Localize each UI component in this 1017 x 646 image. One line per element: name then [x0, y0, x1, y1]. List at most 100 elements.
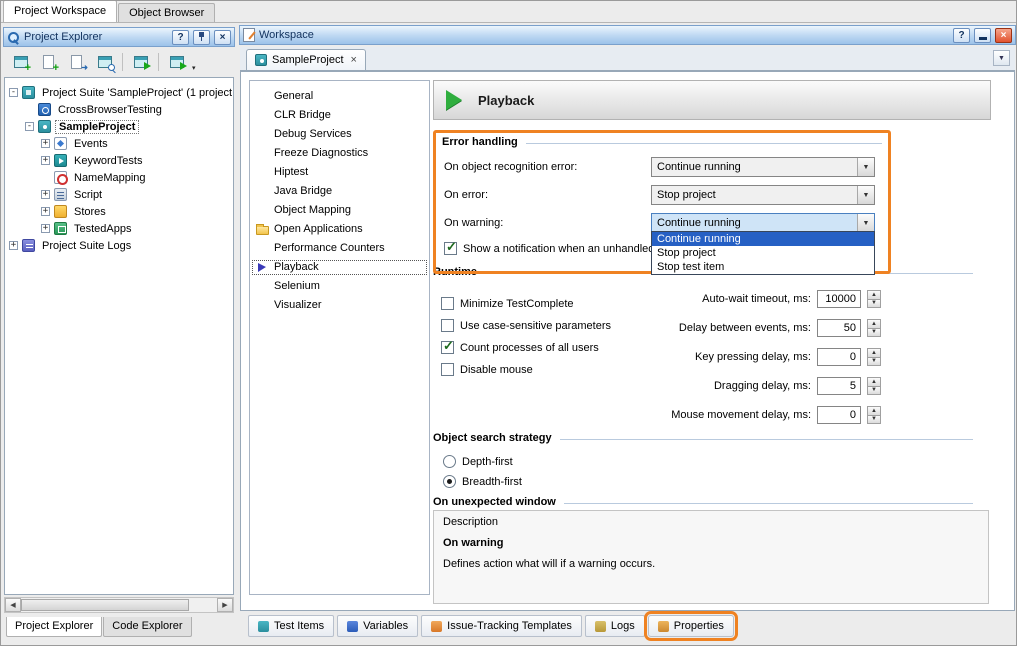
- expand-icon[interactable]: +: [9, 241, 18, 250]
- on-error-dropdown[interactable]: Stop project ▼: [651, 185, 875, 205]
- tab-sampleproject[interactable]: SampleProject ×: [246, 49, 366, 70]
- checkbox-case-sensitive-parameters[interactable]: Use case-sensitive parameters: [441, 318, 611, 333]
- notification-checkbox-row[interactable]: ✓ Show a notification when an unhandled …: [444, 241, 668, 256]
- tab-variables[interactable]: Variables: [337, 615, 418, 637]
- checkbox-unchecked-icon[interactable]: [441, 363, 454, 376]
- checkbox-unchecked-icon[interactable]: [441, 319, 454, 332]
- nav-item-visualizer[interactable]: Visualizer: [250, 296, 429, 315]
- mouse-movement-delay-input[interactable]: 0: [817, 406, 861, 424]
- close-button[interactable]: ×: [214, 30, 231, 45]
- tab-project-workspace[interactable]: Project Workspace: [3, 0, 117, 22]
- dropdown-arrow-icon[interactable]: ▼: [857, 186, 874, 204]
- tab-project-explorer[interactable]: Project Explorer: [6, 617, 102, 637]
- add-new-project-button[interactable]: +: [35, 51, 62, 74]
- close-button[interactable]: ×: [995, 28, 1012, 43]
- new-project-suite-button[interactable]: +: [7, 51, 34, 74]
- tab-object-browser[interactable]: Object Browser: [118, 3, 215, 22]
- nav-item-clr-bridge[interactable]: CLR Bridge: [250, 106, 429, 125]
- tree-item-script[interactable]: + Script: [5, 186, 233, 203]
- tree-item-project-suite[interactable]: - Project Suite 'SampleProject' (1 proje…: [5, 84, 233, 101]
- toolbar-dropdown-caret[interactable]: ▾: [192, 64, 196, 75]
- nav-item-playback[interactable]: Playback: [250, 258, 429, 277]
- tab-issue-tracking-templates[interactable]: Issue-Tracking Templates: [421, 615, 582, 637]
- scroll-right-button[interactable]: ▶: [217, 598, 233, 612]
- help-button[interactable]: ?: [953, 28, 970, 43]
- help-button[interactable]: ?: [172, 30, 189, 45]
- tree-item-events[interactable]: + Events: [5, 135, 233, 152]
- on-object-recognition-error-dropdown[interactable]: Continue running ▼: [651, 157, 875, 177]
- tree-item-crossbrowsertesting[interactable]: CrossBrowserTesting: [5, 101, 233, 118]
- nav-item-freeze-diagnostics[interactable]: Freeze Diagnostics: [250, 144, 429, 163]
- nav-item-debug-services[interactable]: Debug Services: [250, 125, 429, 144]
- tree-item-stores[interactable]: + Stores: [5, 203, 233, 220]
- expand-icon[interactable]: +: [41, 190, 50, 199]
- run-project-suite-button[interactable]: [127, 51, 154, 74]
- checkbox-disable-mouse[interactable]: Disable mouse: [441, 362, 611, 377]
- tab-logs[interactable]: Logs: [585, 615, 645, 637]
- radio-selected-icon[interactable]: [443, 475, 456, 488]
- tab-test-items[interactable]: Test Items: [248, 615, 334, 637]
- dropdown-arrow-icon[interactable]: ▼: [857, 158, 874, 176]
- tab-code-explorer[interactable]: Code Explorer: [103, 617, 191, 637]
- tree-item-project-suite-logs[interactable]: + Project Suite Logs: [5, 237, 233, 254]
- checkbox-checked-icon[interactable]: ✓: [444, 242, 457, 255]
- dropdown-option-continue-running[interactable]: Continue running: [652, 232, 874, 246]
- nav-item-object-mapping[interactable]: Object Mapping: [250, 201, 429, 220]
- tab-properties[interactable]: Properties: [648, 615, 734, 637]
- tree-item-sampleproject[interactable]: - SampleProject: [5, 118, 233, 135]
- nav-item-hiptest[interactable]: Hiptest: [250, 163, 429, 182]
- tree-item-keywordtests[interactable]: + KeywordTests: [5, 152, 233, 169]
- run-project-button[interactable]: [163, 51, 190, 74]
- checkbox-count-processes[interactable]: ✓ Count processes of all users: [441, 340, 611, 355]
- spin-up-button[interactable]: ▲: [867, 406, 881, 416]
- radio-breadth-first[interactable]: Breadth-first: [443, 474, 522, 489]
- tab-close-icon[interactable]: ×: [351, 54, 357, 66]
- spin-down-button[interactable]: ▼: [867, 416, 881, 425]
- collapse-icon[interactable]: -: [25, 122, 34, 131]
- radio-unselected-icon[interactable]: [443, 455, 456, 468]
- dragging-delay-input[interactable]: 5: [817, 377, 861, 395]
- nav-item-general[interactable]: General: [250, 87, 429, 106]
- checkbox-minimize-testcomplete[interactable]: Minimize TestComplete: [441, 296, 611, 311]
- spin-up-button[interactable]: ▲: [867, 290, 881, 300]
- on-warning-dropdown[interactable]: Continue running ▼: [651, 213, 875, 233]
- nav-item-java-bridge[interactable]: Java Bridge: [250, 182, 429, 201]
- spin-up-button[interactable]: ▲: [867, 319, 881, 329]
- collapse-icon[interactable]: -: [9, 88, 18, 97]
- workspace-title: Workspace: [259, 29, 949, 41]
- spin-down-button[interactable]: ▼: [867, 329, 881, 338]
- expand-icon[interactable]: +: [41, 207, 50, 216]
- expand-icon[interactable]: +: [41, 224, 50, 233]
- auto-wait-timeout-input[interactable]: 10000: [817, 290, 861, 308]
- tree-item-namemapping[interactable]: NameMapping: [5, 169, 233, 186]
- radio-depth-first[interactable]: Depth-first: [443, 454, 513, 469]
- spin-up-button[interactable]: ▲: [867, 348, 881, 358]
- dropdown-arrow-icon[interactable]: ▼: [857, 214, 874, 232]
- spin-down-button[interactable]: ▼: [867, 358, 881, 367]
- minimize-button[interactable]: [974, 28, 991, 43]
- horizontal-scrollbar[interactable]: ◀ ▶: [4, 597, 234, 613]
- scroll-left-button[interactable]: ◀: [5, 598, 21, 612]
- key-pressing-delay-input[interactable]: 0: [817, 348, 861, 366]
- tree-item-testedapps[interactable]: + TestedApps: [5, 220, 233, 237]
- tab-list-chevron[interactable]: ▼: [993, 50, 1010, 66]
- spin-up-button[interactable]: ▲: [867, 377, 881, 387]
- dropdown-option-stop-test-item[interactable]: Stop test item: [652, 260, 874, 274]
- scrollbar-thumb[interactable]: [21, 599, 189, 611]
- expand-icon[interactable]: +: [41, 139, 50, 148]
- checkbox-checked-icon[interactable]: ✓: [441, 341, 454, 354]
- scrollbar-track[interactable]: [189, 598, 217, 612]
- open-file-button[interactable]: ➜: [63, 51, 90, 74]
- dropdown-option-stop-project[interactable]: Stop project: [652, 246, 874, 260]
- checkbox-unchecked-icon[interactable]: [441, 297, 454, 310]
- description-header: Description: [443, 516, 979, 528]
- expand-icon[interactable]: +: [41, 156, 50, 165]
- pin-button[interactable]: [193, 30, 210, 45]
- delay-between-events-input[interactable]: 50: [817, 319, 861, 337]
- find-object-button[interactable]: [91, 51, 118, 74]
- spin-down-button[interactable]: ▼: [867, 300, 881, 309]
- spin-down-button[interactable]: ▼: [867, 387, 881, 396]
- nav-item-performance-counters[interactable]: Performance Counters: [250, 239, 429, 258]
- nav-item-selenium[interactable]: Selenium: [250, 277, 429, 296]
- nav-item-open-applications[interactable]: Open Applications: [250, 220, 429, 239]
